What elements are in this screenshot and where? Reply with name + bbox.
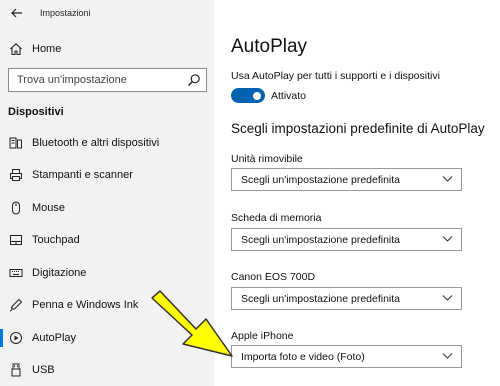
sidebar-item-label: Mouse — [32, 202, 66, 214]
title-bar: Impostazioni — [0, 0, 214, 28]
home-icon — [8, 41, 24, 57]
sidebar-item-autoplay[interactable]: AutoPlay — [0, 323, 214, 353]
dropdown-value: Importa foto e video (Foto) — [241, 351, 365, 363]
sidebar-item-typing[interactable]: Digitazione — [0, 258, 214, 288]
touchpad-icon — [8, 232, 24, 248]
dropdown-value: Scegli un'impostazione predefinita — [241, 174, 401, 186]
back-button[interactable] — [6, 3, 28, 23]
keyboard-icon — [8, 265, 24, 281]
sidebar-item-bluetooth[interactable]: Bluetooth e altri dispositivi — [0, 128, 214, 158]
sidebar-item-label: Penna e Windows Ink — [32, 299, 139, 311]
toggle-state: Attivato — [271, 90, 307, 102]
section-subtitle: Scegli impostazioni predefinite di AutoP… — [231, 121, 485, 136]
toggle-knob — [253, 91, 261, 100]
sidebar-item-touchpad[interactable]: Touchpad — [0, 225, 214, 255]
usb-icon — [8, 362, 24, 378]
autoplay-icon — [8, 330, 24, 346]
field-label: Scheda di memoria — [231, 212, 322, 224]
pen-icon — [8, 297, 24, 313]
autoplay-toggle[interactable] — [231, 88, 265, 103]
search-placeholder: Trova un'impostazione — [17, 74, 127, 86]
back-arrow-icon — [11, 8, 22, 18]
sidebar-item-printers[interactable]: Stampanti e scanner — [0, 160, 214, 190]
nav-home[interactable]: Home — [0, 36, 214, 62]
dropdown-value: Scegli un'impostazione predefinita — [241, 293, 401, 305]
sidebar-item-label: AutoPlay — [32, 332, 77, 344]
chevron-down-icon — [442, 236, 453, 242]
printer-icon — [8, 167, 24, 183]
sidebar-item-label: Bluetooth e altri dispositivi — [32, 137, 160, 149]
toggle-description: Usa AutoPlay per tutti i supporti e i di… — [231, 70, 440, 82]
field-label: Unità rimovibile — [231, 153, 303, 165]
sidebar-item-pen[interactable]: Penna e Windows Ink — [0, 290, 214, 320]
home-label: Home — [32, 43, 62, 55]
bluetooth-devices-icon — [8, 135, 24, 151]
search-icon — [188, 74, 200, 86]
sidebar-item-label: USB — [32, 364, 55, 376]
search-input[interactable]: Trova un'impostazione — [8, 68, 207, 92]
canon-camera-dropdown[interactable]: Scegli un'impostazione predefinita — [231, 287, 462, 310]
removable-drive-dropdown[interactable]: Scegli un'impostazione predefinita — [231, 168, 462, 191]
sidebar-item-usb[interactable]: USB — [0, 355, 214, 385]
sidebar-item-mouse[interactable]: Mouse — [0, 193, 214, 223]
sidebar-item-label: Stampanti e scanner — [32, 169, 133, 181]
apple-iphone-dropdown[interactable]: Importa foto e video (Foto) — [231, 345, 462, 368]
sidebar: Impostazioni Home Trova un'impostazione … — [0, 0, 214, 386]
section-title: Dispositivi — [8, 106, 64, 118]
sidebar-item-label: Digitazione — [32, 267, 87, 279]
mouse-icon — [8, 200, 24, 216]
chevron-down-icon — [442, 176, 453, 182]
chevron-down-icon — [442, 353, 453, 359]
field-label: Apple iPhone — [231, 330, 294, 342]
dropdown-value: Scegli un'impostazione predefinita — [241, 234, 401, 246]
sidebar-item-label: Touchpad — [32, 234, 80, 246]
page-title: AutoPlay — [231, 36, 308, 57]
field-label: Canon EOS 700D — [231, 271, 316, 283]
chevron-down-icon — [442, 295, 453, 301]
app-title: Impostazioni — [40, 8, 91, 18]
memory-card-dropdown[interactable]: Scegli un'impostazione predefinita — [231, 228, 462, 251]
